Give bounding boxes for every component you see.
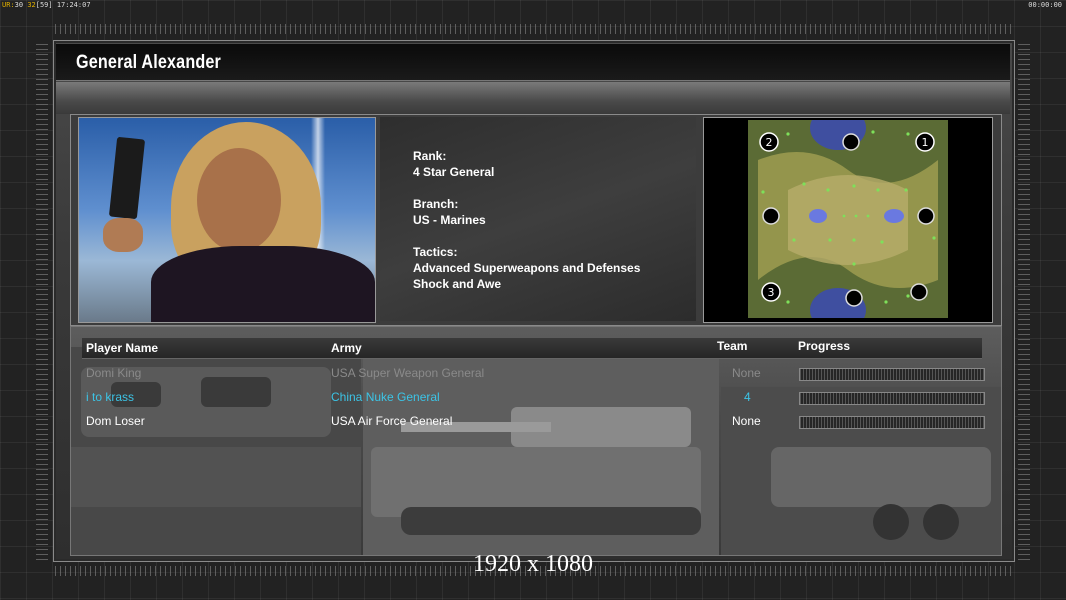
player-army: USA Super Weapon General [331, 366, 485, 380]
minimap: 2 1 3 [703, 117, 993, 323]
player-row[interactable]: Domi King USA Super Weapon General None [86, 364, 986, 382]
player-army: China Nuke General [331, 390, 440, 404]
tactics-value-2: Shock and Awe [413, 277, 502, 291]
hud-value-a: 30 [14, 1, 24, 9]
spawn-slot[interactable] [762, 207, 780, 225]
tank-backdrop [71, 347, 1001, 555]
player-team: None [732, 414, 761, 428]
ruler-top [55, 24, 1015, 34]
map-marker-2-label: 2 [766, 136, 773, 149]
header-player-name: Player Name [86, 341, 159, 355]
hud-timer: 00:00:00 [1028, 1, 1062, 9]
progress-bar [799, 416, 985, 429]
rank-label: Rank: [413, 149, 447, 163]
general-portrait [78, 117, 376, 323]
progress-bar [799, 392, 985, 405]
player-row[interactable]: Dom Loser USA Air Force General None [86, 412, 986, 430]
player-name: Dom Loser [86, 414, 145, 428]
rank-value: 4 Star General [413, 165, 495, 179]
tactics-label: Tactics: [413, 245, 458, 259]
player-row[interactable]: i to krass China Nuke General 4 [86, 388, 986, 406]
portrait-face [197, 148, 281, 252]
header-team: Team [717, 339, 748, 353]
tactics-value-1: Advanced Superweapons and Defenses [413, 261, 641, 275]
player-table-header: Player Name Army Team Progress [82, 338, 982, 359]
general-title: General Alexander [76, 52, 222, 73]
header-progress: Progress [798, 339, 851, 353]
title-bar: General Alexander [56, 44, 1010, 81]
player-team: None [732, 366, 761, 380]
player-name: i to krass [86, 390, 135, 404]
hud-value-b: 32 [27, 1, 36, 9]
player-army: USA Air Force General [331, 414, 453, 428]
branch-label: Branch: [413, 197, 459, 211]
hud-clock: 17:24:07 [56, 1, 91, 9]
spawn-slot[interactable] [845, 289, 863, 307]
hud-prefix: UR: [2, 1, 15, 9]
resolution-caption: 1920 x 1080 [473, 551, 593, 577]
hud-stats: UR:30 32[59] 17:24:07 [2, 0, 91, 10]
header-army: Army [331, 341, 362, 355]
player-list-panel [70, 326, 1002, 556]
ruler-left [36, 40, 48, 560]
spawn-slot[interactable] [910, 283, 928, 301]
portrait-uniform [151, 246, 375, 322]
branch-value: US - Marines [413, 213, 486, 227]
ruler-right [1018, 40, 1030, 560]
player-team: 4 [744, 390, 751, 404]
spawn-slot[interactable] [842, 133, 860, 151]
spawn-slot[interactable] [917, 207, 935, 225]
player-name: Domi King [86, 366, 142, 380]
hud-bracket: [59] [35, 1, 53, 9]
general-details: Rank: 4 Star General Branch: US - Marine… [380, 117, 696, 321]
minimap-terrain: 2 1 3 [748, 120, 948, 318]
title-strip [56, 82, 1010, 114]
map-marker-1-label: 1 [922, 136, 929, 149]
progress-bar [799, 368, 985, 381]
map-marker-3-label: 3 [768, 286, 775, 299]
portrait-pistol [108, 136, 146, 220]
portrait-hand [103, 218, 143, 252]
